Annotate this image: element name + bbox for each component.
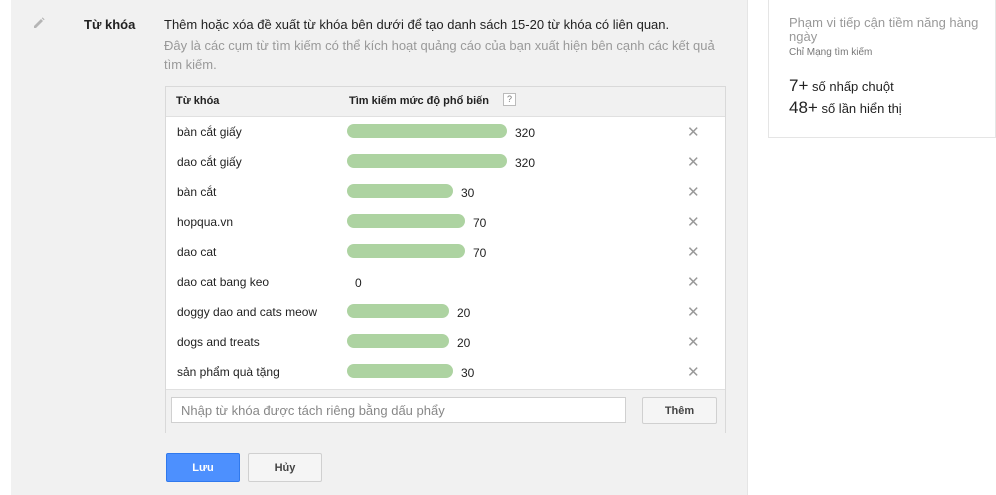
popularity-bar	[347, 184, 453, 198]
impressions-value: 48+	[789, 98, 818, 117]
popularity-value: 20	[457, 306, 471, 320]
popularity-value: 30	[461, 186, 475, 200]
popularity-bar	[347, 244, 465, 258]
close-icon[interactable]: ✕	[687, 123, 700, 141]
keyword-text: bàn cắt	[177, 185, 217, 199]
add-keyword-button[interactable]: Thêm	[642, 397, 717, 424]
cancel-button[interactable]: Hủy	[248, 453, 322, 482]
pencil-icon[interactable]	[32, 16, 46, 30]
section-description: Thêm hoặc xóa đề xuất từ khóa bên dưới đ…	[164, 17, 670, 32]
reach-subtitle: Chỉ Mạng tìm kiếm	[789, 47, 873, 58]
keyword-row: dogs and treats 20 ✕	[166, 327, 725, 357]
keyword-add-bar: Thêm	[166, 389, 725, 433]
close-icon[interactable]: ✕	[687, 303, 700, 321]
clicks-stat: 7+ số nhấp chuột	[789, 76, 894, 96]
close-icon[interactable]: ✕	[687, 243, 700, 261]
column-header-keyword: Từ khóa	[176, 95, 220, 107]
keyword-row: dao cắt giấy 320 ✕	[166, 147, 725, 177]
keyword-row: dao cat bang keo 0 ✕	[166, 267, 725, 297]
close-icon[interactable]: ✕	[687, 363, 700, 381]
popularity-value: 70	[473, 216, 487, 230]
keyword-row: bàn cắt 30 ✕	[166, 177, 725, 207]
keyword-text: dao cắt giấy	[177, 155, 242, 169]
reach-estimate-card: Phạm vi tiếp cận tiềm năng hàng ngày Chỉ…	[768, 0, 996, 138]
keyword-text: dao cat	[177, 245, 217, 259]
popularity-bar	[347, 364, 453, 378]
close-icon[interactable]: ✕	[687, 153, 700, 171]
column-header-popularity: Tìm kiếm mức độ phổ biến	[349, 95, 489, 107]
close-icon[interactable]: ✕	[687, 333, 700, 351]
section-hint: Đây là các cụm từ tìm kiếm có thể kích h…	[164, 38, 715, 72]
keyword-text: dao cat bang keo	[177, 275, 270, 289]
keyword-table: Từ khóa Tìm kiếm mức độ phổ biến ? bàn c…	[165, 86, 726, 433]
clicks-label: số nhấp chuột	[812, 79, 894, 94]
keyword-text: hopqua.vn	[177, 215, 234, 229]
popularity-value: 70	[473, 246, 487, 260]
clicks-value: 7+	[789, 76, 809, 95]
keyword-row: hopqua.vn 70 ✕	[166, 207, 725, 237]
help-icon[interactable]: ?	[503, 93, 516, 106]
impressions-stat: 48+ số lần hiển thị	[789, 98, 902, 118]
keyword-table-header: Từ khóa Tìm kiếm mức độ phổ biến ?	[166, 87, 725, 117]
keyword-row: bàn cắt giấy 320 ✕	[166, 117, 725, 147]
popularity-value: 320	[515, 156, 536, 170]
popularity-value: 30	[461, 366, 475, 380]
keyword-row: doggy dao and cats meow 20 ✕	[166, 297, 725, 327]
keyword-text: bàn cắt giấy	[177, 125, 242, 139]
keyword-row: dao cat 70 ✕	[166, 237, 725, 267]
popularity-value: 320	[515, 126, 536, 140]
save-button[interactable]: Lưu	[166, 453, 240, 482]
popularity-value: 20	[457, 336, 471, 350]
popularity-bar	[347, 154, 507, 168]
keyword-text: doggy dao and cats meow	[177, 305, 318, 319]
popularity-bar	[347, 334, 449, 348]
keyword-row: sản phẩm quà tặng 30 ✕	[166, 357, 725, 387]
close-icon[interactable]: ✕	[687, 273, 700, 291]
keyword-input[interactable]	[171, 397, 626, 423]
popularity-bar	[347, 124, 507, 138]
popularity-bar	[347, 214, 465, 228]
reach-title: Phạm vi tiếp cận tiềm năng hàng ngày	[789, 15, 979, 44]
keyword-text: sản phẩm quà tặng	[177, 365, 280, 379]
keyword-text: dogs and treats	[177, 335, 260, 349]
impressions-label: số lần hiển thị	[821, 101, 902, 116]
popularity-bar	[347, 304, 449, 318]
section-label: Từ khóa	[84, 17, 136, 32]
close-icon[interactable]: ✕	[687, 213, 700, 231]
close-icon[interactable]: ✕	[687, 183, 700, 201]
popularity-value: 0	[355, 276, 362, 290]
